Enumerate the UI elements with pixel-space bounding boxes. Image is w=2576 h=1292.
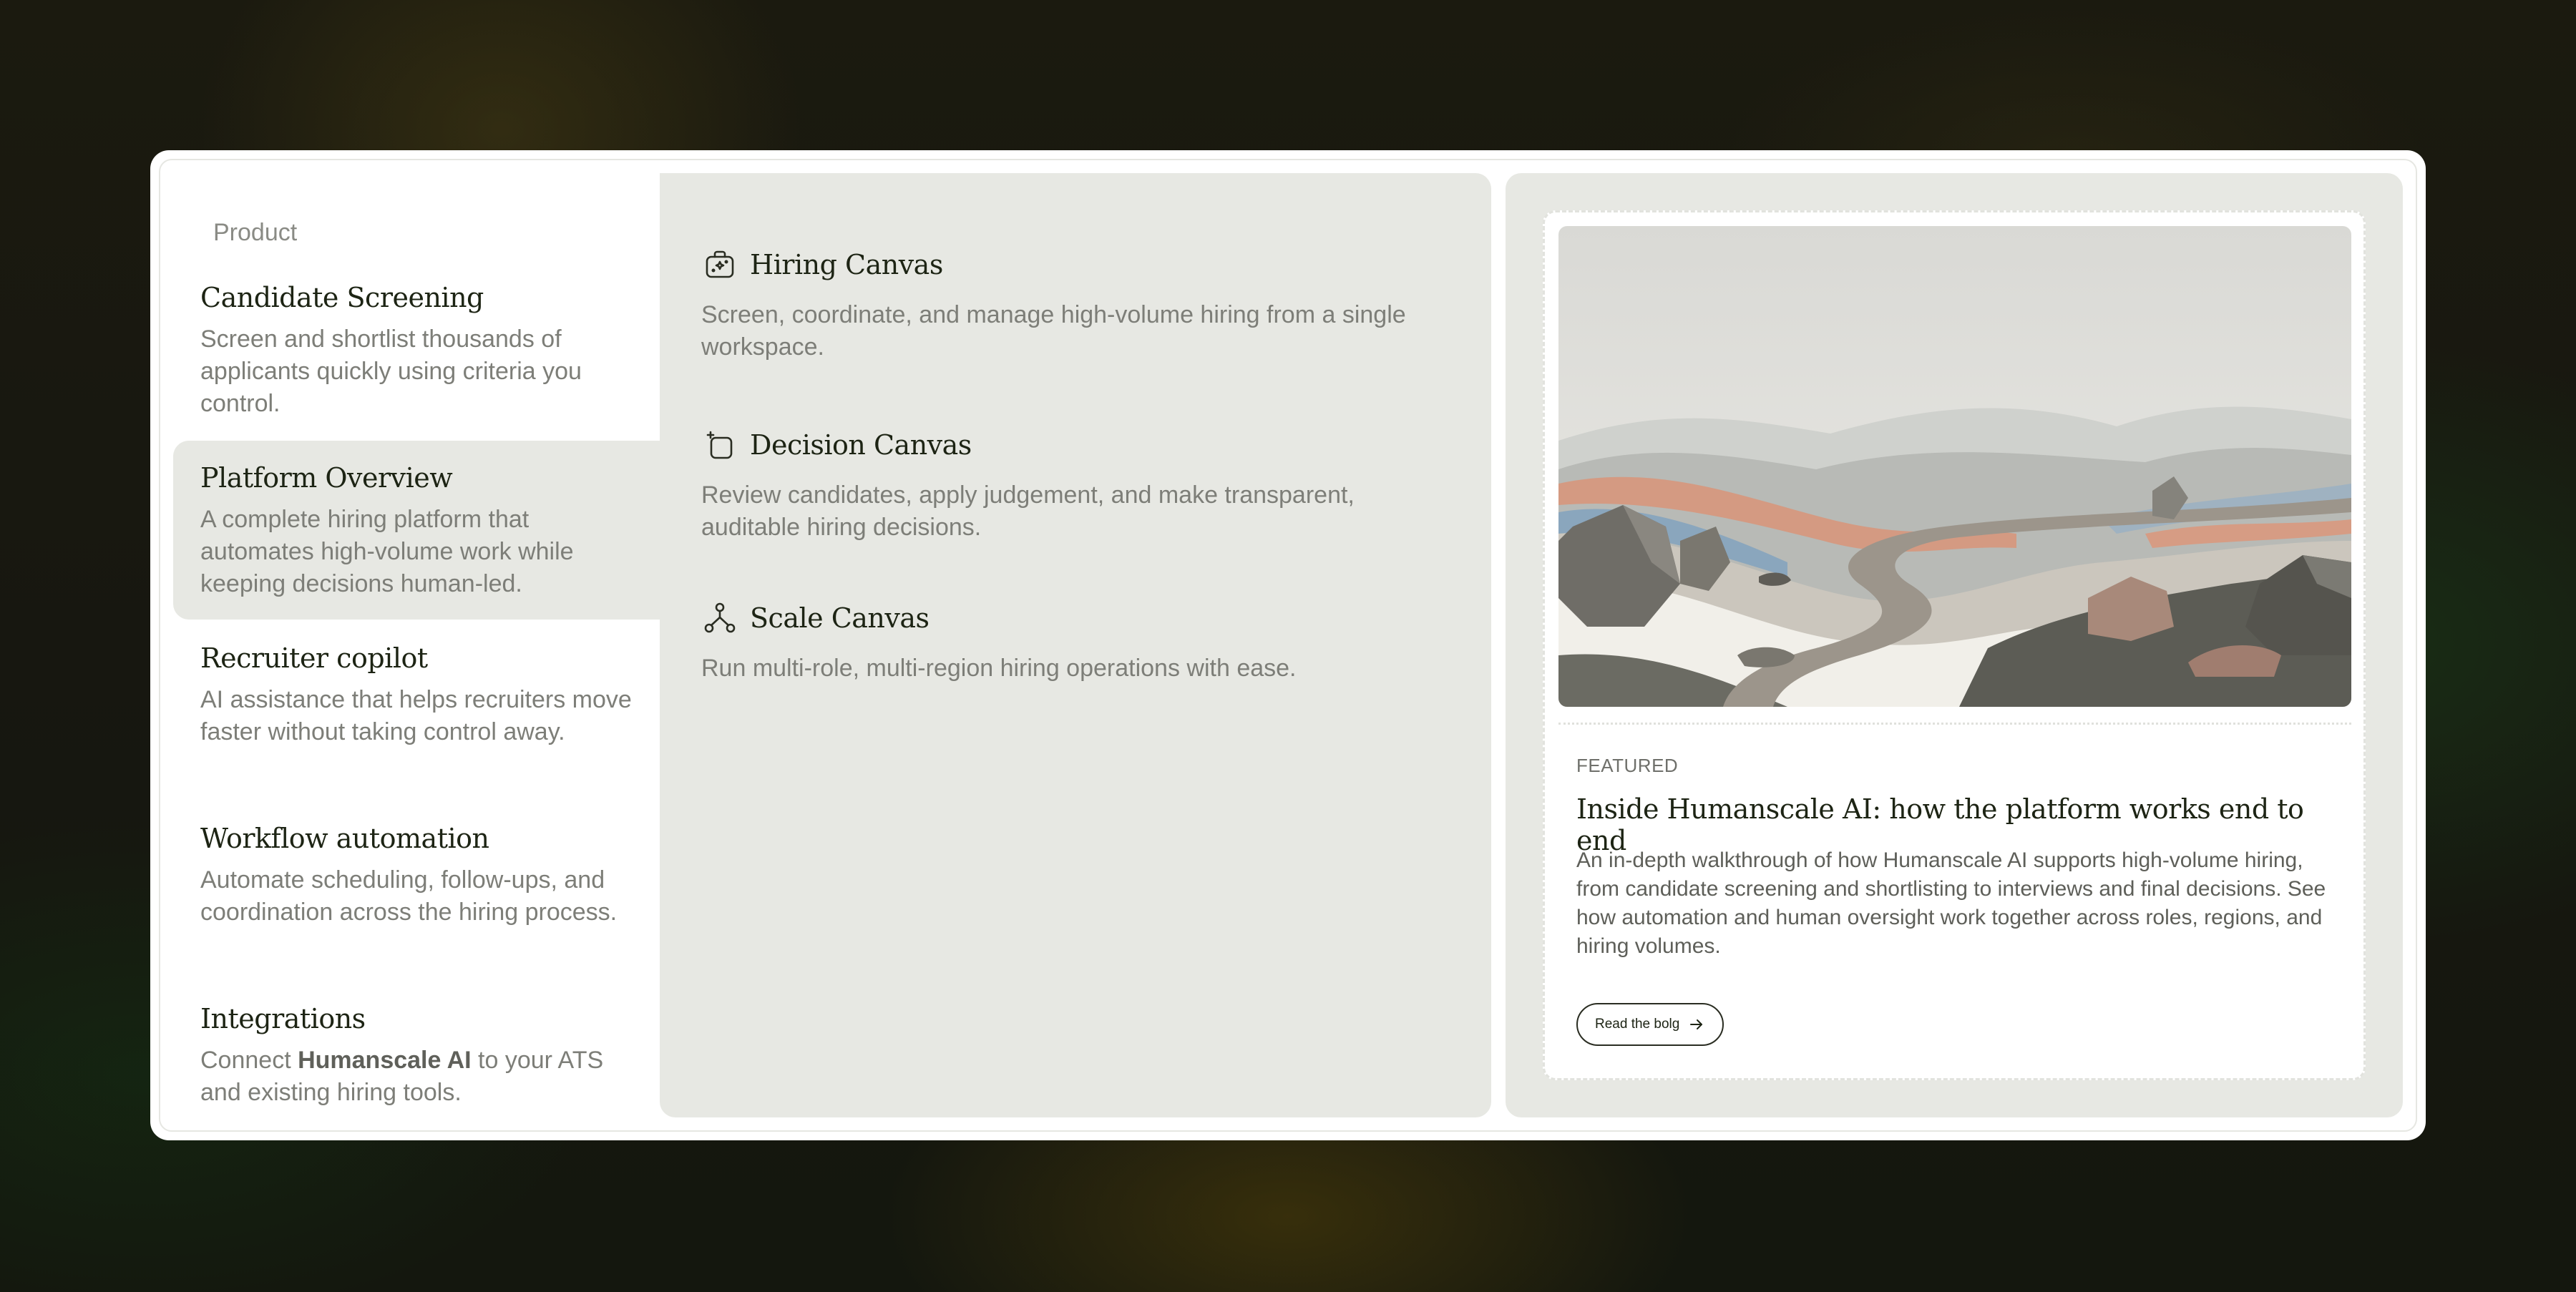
nav-item-recruiter-copilot[interactable]: Recruiter copilot AI assistance that hel…: [173, 621, 660, 800]
nav-item-platform-overview[interactable]: Platform Overview A complete hiring plat…: [173, 441, 660, 620]
featured-panel: FEATURED Inside Humanscale AI: how the p…: [1506, 173, 2403, 1117]
arrow-right-icon: [1688, 1016, 1705, 1033]
featured-article-card[interactable]: FEATURED Inside Humanscale AI: how the p…: [1543, 210, 2366, 1080]
product-hiring-canvas[interactable]: Hiring Canvas Screen, coordinate, and ma…: [701, 243, 1460, 363]
description-prefix: Connect: [200, 1047, 298, 1074]
nav-item-description: Automate scheduling, follow-ups, and coo…: [200, 866, 618, 926]
product-nav-column: Product Candidate Screening Screen and s…: [173, 173, 660, 1117]
nav-item-description: Screen and shortlist thousands of applic…: [200, 326, 582, 417]
product-scale-canvas[interactable]: Scale Canvas Run multi-role, multi-regio…: [701, 597, 1460, 685]
product-description: Review candidates, apply judgement, and …: [701, 481, 1355, 541]
product-mega-menu: Product Candidate Screening Screen and s…: [150, 150, 2426, 1140]
section-label: Product: [213, 219, 298, 246]
landscape-illustration: [1558, 226, 2351, 707]
read-blog-button[interactable]: Read the bolg: [1576, 1003, 1724, 1046]
nav-item-title: Integrations: [200, 1003, 366, 1034]
nav-item-description: A complete hiring platform that automate…: [200, 506, 574, 597]
network-nodes-icon: [701, 599, 738, 637]
nav-item-title: Recruiter copilot: [200, 642, 428, 674]
read-blog-label: Read the bolg: [1595, 1017, 1680, 1032]
nav-item-description: Connect Humanscale AI to your ATS and ex…: [200, 1044, 634, 1109]
featured-description: An in-depth walkthrough of how Humanscal…: [1576, 848, 2326, 958]
products-panel: Hiring Canvas Screen, coordinate, and ma…: [660, 173, 1491, 1117]
nav-item-integrations[interactable]: Integrations Connect Humanscale AI to yo…: [173, 982, 660, 1160]
featured-tag: FEATURED: [1576, 755, 1679, 776]
nav-item-title: Platform Overview: [200, 462, 453, 494]
nav-item-workflow-automation[interactable]: Workflow automation Automate scheduling,…: [173, 801, 660, 980]
nav-item-candidate-screening[interactable]: Candidate Screening Screen and shortlist…: [173, 260, 660, 439]
decision-square-icon: [701, 426, 738, 464]
product-title: Decision Canvas: [750, 429, 972, 461]
product-description: Screen, coordinate, and manage high-volu…: [701, 301, 1406, 361]
briefcase-icon: [701, 246, 738, 283]
nav-item-description: AI assistance that helps recruiters move…: [200, 686, 632, 745]
product-decision-canvas[interactable]: Decision Canvas Review candidates, apply…: [701, 424, 1460, 544]
nav-item-title: Workflow automation: [200, 823, 489, 854]
product-title: Scale Canvas: [750, 602, 930, 634]
brand-name: Humanscale AI: [298, 1047, 472, 1074]
product-description: Run multi-role, multi-region hiring oper…: [701, 655, 1297, 682]
card-divider: [1558, 723, 2351, 725]
product-title: Hiring Canvas: [750, 249, 943, 280]
nav-item-title: Candidate Screening: [200, 282, 484, 313]
